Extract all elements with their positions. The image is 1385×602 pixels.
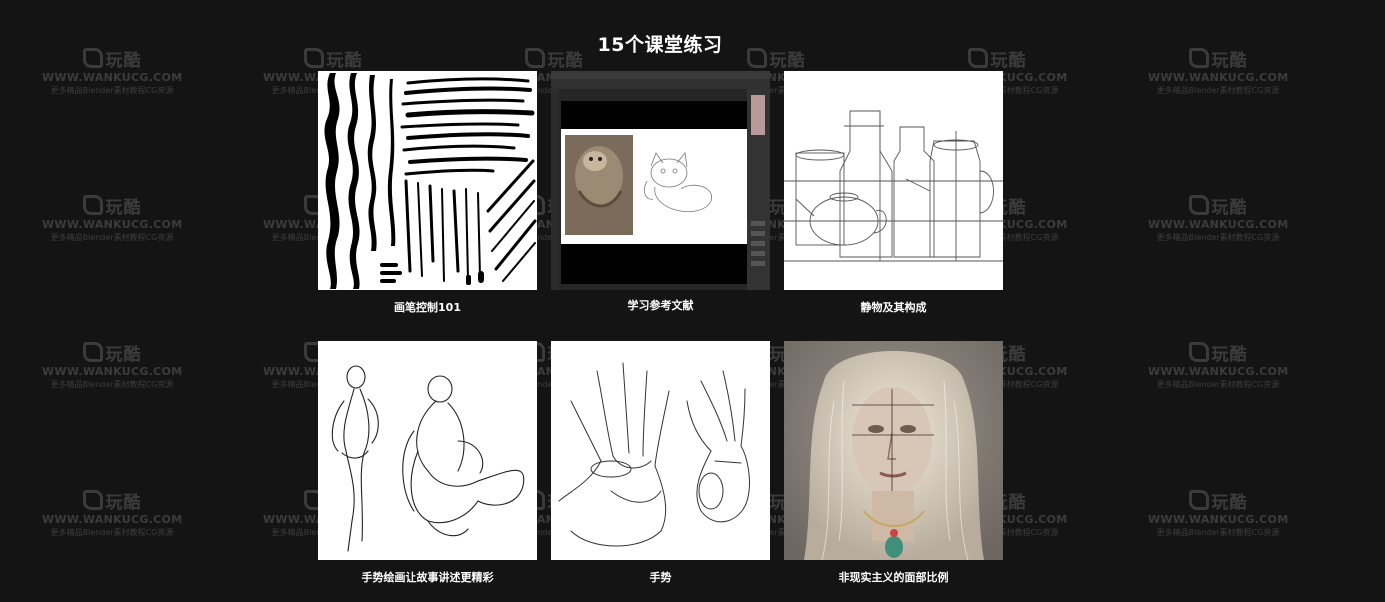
watermark-logo: 玩酷 [42,342,182,365]
lesson-caption: 手势 [649,571,672,584]
watermark-logo-icon [1188,490,1209,510]
watermark-logo: 玩酷 [1148,195,1288,218]
watermark-logo-icon [82,195,103,215]
watermark-logo: 玩酷 [1148,490,1288,513]
watermark: 玩酷WWW.WANKUCG.COM 更多精品Blender素材教程CG资源 [1148,342,1288,390]
watermark-site: WWW.WANKUCG.COM [1148,365,1289,378]
lesson-caption: 静物及其构成 [860,301,927,314]
lesson-caption: 学习参考文献 [627,299,694,312]
lesson-card[interactable]: 静物及其构成 [784,71,1003,316]
lesson-caption: 非现实主义的面部比例 [838,571,949,584]
watermark-logo-icon [82,490,103,510]
watermark-logo: 玩酷 [1148,342,1288,365]
hand-sketch-image [551,341,770,560]
watermark-site: WWW.WANKUCG.COM [42,513,183,526]
gesture-figure-image [318,341,537,560]
section-title: 15个课堂练习 [597,34,723,56]
lesson-card[interactable]: 画笔控制101 [318,71,537,316]
lesson-caption: 手势绘画让故事讲述更精彩 [361,571,494,584]
watermark-logo-icon [1188,195,1209,215]
photoshop-reference-image [551,71,770,290]
watermark-site: WWW.WANKUCG.COM [1148,218,1289,231]
watermark-site: WWW.WANKUCG.COM [1148,71,1289,84]
watermark: 玩酷WWW.WANKUCG.COM 更多精品Blender素材教程CG资源 [42,342,182,390]
watermark-logo-icon [82,342,103,362]
lesson-caption: 画笔控制101 [394,301,461,314]
watermark: 玩酷WWW.WANKUCG.COM 更多精品Blender素材教程CG资源 [42,490,182,538]
watermark-tagline: 更多精品Blender素材教程CG资源 [1156,528,1280,537]
watermark-site: WWW.WANKUCG.COM [42,71,183,84]
watermark-tagline: 更多精品Blender素材教程CG资源 [1156,86,1280,95]
watermark-site: WWW.WANKUCG.COM [42,365,183,378]
lesson-card[interactable]: 非现实主义的面部比例 [784,341,1003,586]
lesson-card[interactable]: 手势 [551,341,770,586]
portrait-painting-image [784,341,1003,560]
watermark-site: WWW.WANKUCG.COM [1148,513,1289,526]
watermark-tagline: 更多精品Blender素材教程CG资源 [50,528,174,537]
watermark-tagline: 更多精品Blender素材教程CG资源 [1156,380,1280,389]
lesson-card[interactable]: 学习参考文献 [551,71,770,314]
watermark: 玩酷WWW.WANKUCG.COM 更多精品Blender素材教程CG资源 [1148,195,1288,243]
watermark: 玩酷WWW.WANKUCG.COM 更多精品Blender素材教程CG资源 [42,195,182,243]
watermark-tagline: 更多精品Blender素材教程CG资源 [50,86,174,95]
watermark-logo: 玩酷 [42,195,182,218]
watermark-site: WWW.WANKUCG.COM [42,218,183,231]
watermark-logo-icon [1188,342,1209,362]
watermark-tagline: 更多精品Blender素材教程CG资源 [50,380,174,389]
watermark-tagline: 更多精品Blender素材教程CG资源 [1156,233,1280,242]
watermark: 玩酷WWW.WANKUCG.COM 更多精品Blender素材教程CG资源 [1148,490,1288,538]
lesson-card[interactable]: 手势绘画让故事讲述更精彩 [318,341,537,586]
still-life-sketch-image [784,71,1003,290]
watermark-logo: 玩酷 [42,490,182,513]
brush-strokes-image [318,71,537,290]
course-exercises-page: 玩酷WWW.WANKUCG.COM更多精品Blender素材教程CG资源玩酷WW… [0,0,1385,602]
watermark-tagline: 更多精品Blender素材教程CG资源 [50,233,174,242]
